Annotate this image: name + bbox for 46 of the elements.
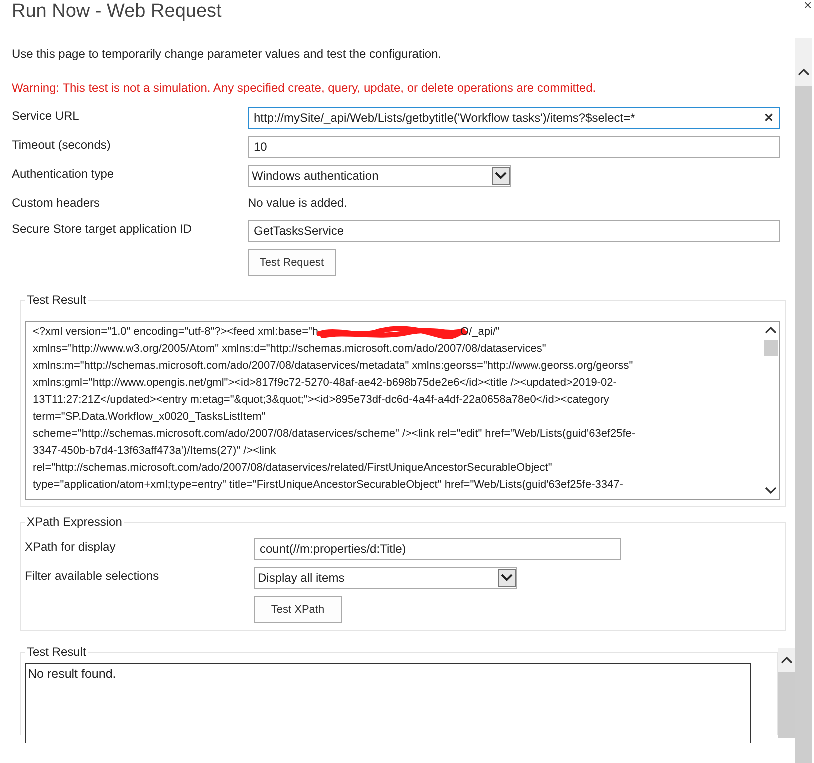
xml-line: 13T11:27:21Z</updated><entry m:etag="&quot;3&quot;"><id>895e73df-dc6d-4a4f-a4df-22a0658a78e0</id><category: [33, 393, 610, 408]
xml-line: 3347-450b-b7d4-13f63aff473a')/Items(27)" /><link: [33, 444, 276, 459]
test-xpath-button[interactable]: Test XPath: [254, 596, 342, 623]
field-label: Service URL: [12, 108, 80, 123]
xml-line: xmlns="http://www.w3.org/2005/Atom" xmlns:d="http://schemas.microsoft.com/ado/2007/08/dataservices": [33, 342, 546, 357]
close-button[interactable]: ×: [804, 0, 812, 13]
scrollbar[interactable]: [778, 648, 795, 738]
dropdown[interactable]: Display all items: [254, 567, 517, 589]
scroll-down-icon: [765, 487, 777, 495]
text-field[interactable]: http://mySite/_api/Web/Lists/getbytitle('Workflow tasks')/items?$select=* ✕: [248, 107, 780, 129]
section-legend: XPath Expression: [25, 515, 124, 529]
field-label: Authentication type: [12, 166, 116, 181]
xml-line: type="application/atom+xml;type=entry" title="FirstUniqueAncestorSecurableObject" href="Web/Lists(guid'63ef25fe-3347-: [33, 478, 624, 493]
scroll-up-icon: [765, 326, 777, 334]
dropdown[interactable]: Windows authentication: [248, 165, 511, 187]
field-label: Custom headers: [12, 195, 102, 210]
section-legend: Test Result: [25, 293, 88, 307]
clear-icon[interactable]: ✕: [764, 111, 774, 125]
field-label: XPath for display: [25, 539, 117, 554]
result-text-area[interactable]: [25, 321, 780, 500]
warning-text: Warning: This test is not a simulation. Any specified create, query, update, or delete operations are committed.: [12, 81, 598, 97]
scroll-thumb[interactable]: [778, 672, 795, 738]
xml-line: term="SP.Data.Workflow_x0020_TasksListItem": [33, 410, 266, 425]
scroll-thumb[interactable]: [764, 340, 778, 356]
section-legend: Test Result: [25, 645, 88, 659]
result-text: No result found.: [28, 667, 116, 681]
text-field[interactable]: GetTasksService: [248, 220, 780, 242]
xml-line: rel="http://schemas.microsoft.com/ado/2007/08/dataservices/related/FirstUniqueAncestorSecurableObject": [33, 461, 552, 476]
field-label: Timeout (seconds): [12, 137, 112, 152]
text-field[interactable]: 10: [248, 136, 780, 158]
field-value: No value is added.: [248, 195, 348, 212]
result-text-area[interactable]: No result found.: [25, 663, 751, 743]
scroll-up-icon: [780, 656, 792, 664]
xml-line: xmlns:gml="http://www.opengis.net/gml"><id>817f9c72-5270-48af-ae42-b698b75de2e6</id><title /><updated>2019-02-: [33, 376, 617, 391]
field-label: Filter available selections: [25, 568, 160, 583]
xml-line: scheme="http://schemas.microsoft.com/ado/2007/08/dataservices/scheme" /><link rel="edit" href="Web/Lists(guid'63ef25fe-: [33, 427, 636, 442]
chevron-down-icon: [492, 167, 510, 185]
scroll-up-icon: [798, 68, 810, 76]
test-request-button[interactable]: Test Request: [248, 249, 336, 276]
xml-line: xmlns:m="http://schemas.microsoft.com/ado/2007/08/dataservices/metadata" xmlns:georss="http://www.georss.org/georss": [33, 359, 634, 374]
xml-line: <?xml version="1.0" encoding="utf-8"?><feed xml:base="h: [33, 325, 319, 340]
chevron-down-icon: [498, 569, 516, 587]
field-label: Secure Store target application ID: [12, 221, 194, 236]
text-field[interactable]: count(//m:properties/d:Title): [254, 538, 621, 560]
intro-text: Use this page to temporarily change parameter values and test the configuration.: [12, 47, 443, 63]
window-title: Run Now - Web Request: [12, 1, 222, 23]
